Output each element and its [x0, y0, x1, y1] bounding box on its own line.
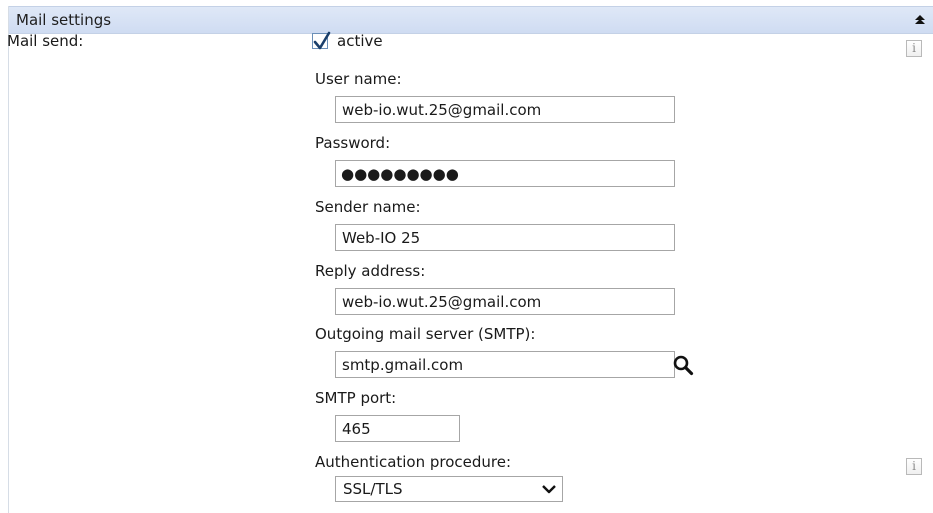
smtp-port-input[interactable]: [335, 415, 460, 442]
mail-send-label: Mail send:: [7, 32, 84, 50]
search-icon[interactable]: [672, 354, 694, 376]
sender-name-label: Sender name:: [315, 198, 421, 216]
info-icon[interactable]: i: [906, 40, 922, 57]
section-title: Mail settings: [16, 11, 112, 29]
auth-procedure-select[interactable]: SSL/TLS: [335, 476, 563, 502]
password-mask: ●●●●●●●●●: [341, 165, 459, 183]
section-header: Mail settings: [9, 6, 933, 34]
smtp-server-label: Outgoing mail server (SMTP):: [315, 325, 536, 343]
info-icon[interactable]: i: [906, 458, 922, 475]
auth-procedure-label: Authentication procedure:: [315, 453, 512, 471]
reply-address-input[interactable]: [335, 288, 675, 315]
user-name-label: User name:: [315, 70, 402, 88]
smtp-port-label: SMTP port:: [315, 389, 397, 407]
active-label: active: [337, 32, 383, 50]
active-checkbox[interactable]: [312, 31, 331, 50]
collapse-up-icon[interactable]: [915, 14, 925, 26]
sender-name-input[interactable]: [335, 224, 675, 251]
mail-settings-panel: Mail settings: [8, 6, 933, 513]
smtp-server-input[interactable]: [335, 351, 675, 378]
chevron-down-icon: [542, 485, 556, 494]
checkmark-icon: [313, 31, 331, 50]
auth-procedure-value: SSL/TLS: [343, 480, 403, 498]
user-name-input[interactable]: [335, 96, 675, 123]
password-label: Password:: [315, 134, 391, 152]
reply-address-label: Reply address:: [315, 262, 426, 280]
